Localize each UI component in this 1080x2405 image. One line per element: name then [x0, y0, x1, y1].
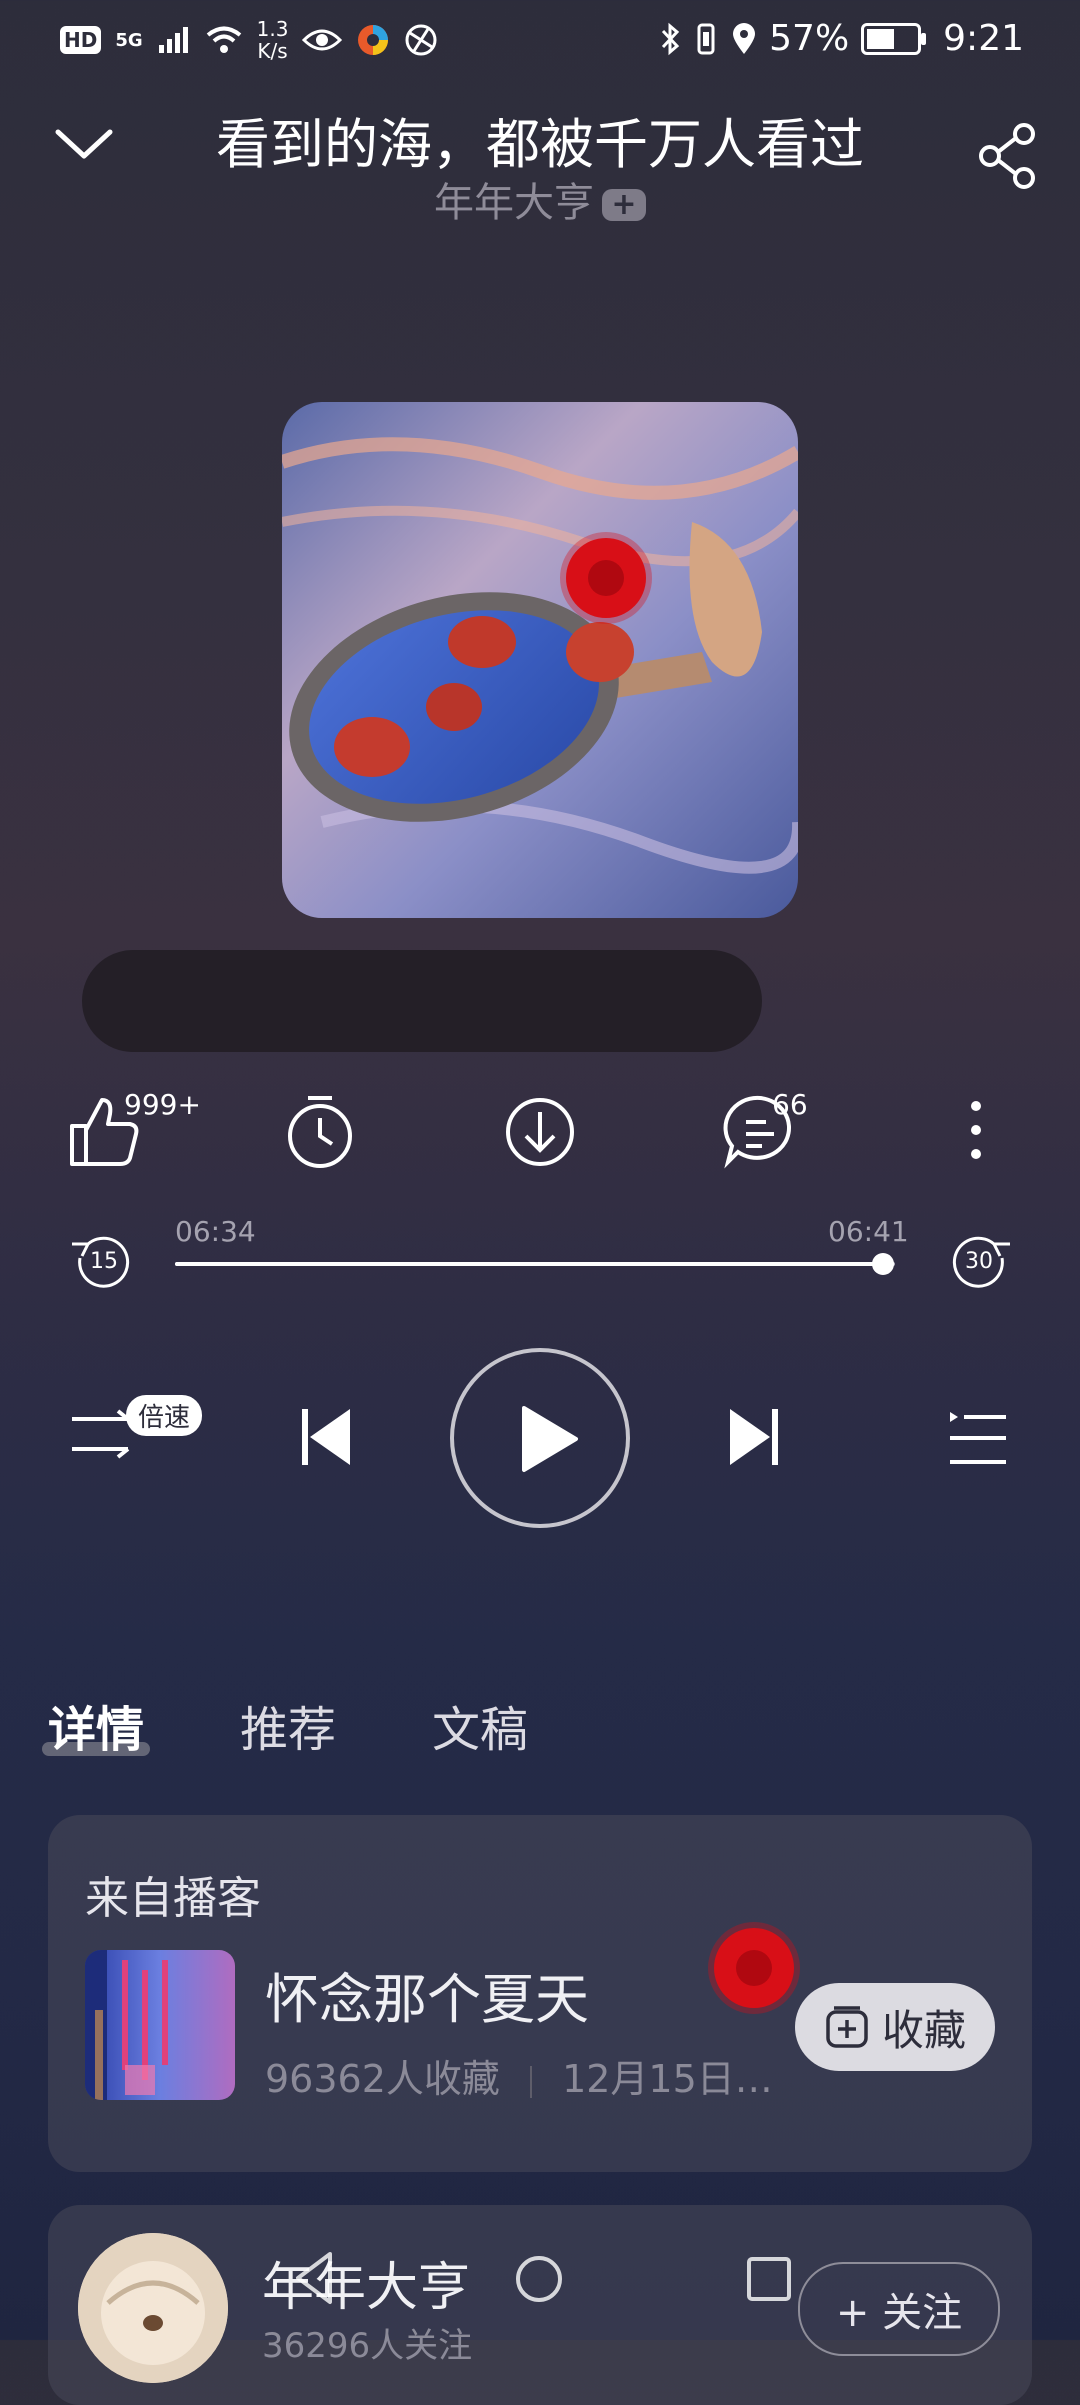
meta-divider — [529, 2065, 532, 2098]
collect-label: 收藏 — [881, 2005, 966, 2055]
progress-knob[interactable] — [871, 1253, 894, 1275]
author-name-header[interactable]: 年年大亨 — [434, 180, 594, 226]
podcast-thumbnail-image — [85, 1950, 235, 2100]
comment-count: 66 — [772, 1088, 808, 1121]
forward-seconds: 30 — [965, 1249, 993, 1274]
podcast-date: 12月15日… — [562, 2057, 773, 2101]
browser-icon — [405, 24, 437, 56]
total-time: 06:41 — [828, 1215, 909, 1248]
nav-back-icon[interactable] — [290, 2248, 338, 2308]
battery-fill — [867, 28, 895, 49]
forward-button[interactable]: 30 — [946, 1232, 1016, 1292]
tab-transcript[interactable]: 文稿 — [432, 1690, 528, 1760]
vibrate-icon — [697, 23, 715, 54]
network-type: 5G — [115, 29, 143, 51]
app-notification-icon — [358, 25, 389, 55]
play-button[interactable] — [450, 1348, 630, 1528]
wifi-icon — [206, 26, 241, 53]
speed-button[interactable]: 倍速 — [68, 1395, 218, 1475]
current-time: 06:34 — [175, 1215, 256, 1248]
like-count: 999+ — [124, 1088, 201, 1121]
author-line: 年年大亨 + — [0, 170, 1080, 228]
rewind-button[interactable]: 15 — [66, 1232, 136, 1292]
author-followers: 36296人关注 — [262, 2326, 473, 2366]
nav-home-icon[interactable] — [512, 2252, 566, 2306]
playlist-icon[interactable] — [946, 1408, 1010, 1470]
follow-button[interactable]: + 关注 — [798, 2262, 1000, 2356]
podcast-meta: 96362人收藏 12月15日… — [265, 2048, 773, 2103]
rewind-seconds: 15 — [90, 1249, 118, 1274]
share-icon[interactable] — [976, 122, 1040, 190]
next-icon[interactable] — [724, 1405, 784, 1469]
progress-fill — [175, 1262, 883, 1266]
podcast-section-title: 来自播客 — [85, 1873, 261, 1924]
cover-image — [282, 402, 798, 918]
collect-button[interactable]: 收藏 — [795, 1983, 995, 2071]
floating-red-dot — [566, 538, 646, 618]
author-avatar-image — [78, 2233, 228, 2383]
podcast-collect-count: 96362人收藏 — [265, 2057, 500, 2101]
previous-icon[interactable] — [296, 1405, 356, 1469]
floating-red-dot-2 — [714, 1928, 794, 2008]
author-avatar[interactable] — [78, 2233, 228, 2383]
speed-badge: 倍速 — [126, 1395, 203, 1436]
battery-percent: 57% — [769, 18, 850, 59]
collapse-chevron-icon[interactable] — [52, 112, 116, 176]
status-right: 57% 9:21 — [659, 18, 1024, 59]
tab-details[interactable]: 详情 — [48, 1690, 144, 1760]
signal-icon — [158, 27, 188, 53]
location-icon — [733, 22, 756, 54]
net-speed-value: 1.3 — [256, 17, 289, 41]
cover-art — [282, 402, 798, 918]
net-speed-unit: K/s — [257, 39, 288, 63]
collect-icon — [826, 2006, 868, 2048]
timer-icon[interactable] — [282, 1090, 358, 1170]
podcast-thumbnail[interactable] — [85, 1950, 235, 2100]
play-icon — [522, 1406, 578, 1472]
clock: 9:21 — [943, 18, 1024, 59]
bluetooth-icon — [662, 22, 680, 55]
follow-plus-badge[interactable]: + — [602, 189, 646, 221]
lyric-bar[interactable] — [82, 950, 762, 1052]
tab-recommend[interactable]: 推荐 — [240, 1690, 336, 1760]
status-bar: HD 5G 1.3 K/s 57% 9:21 — [0, 0, 1080, 80]
nav-recents-icon[interactable] — [744, 2254, 794, 2304]
episode-title: 看到的海，都被千万人看过 — [216, 113, 864, 176]
battery-icon — [861, 22, 927, 55]
download-icon[interactable] — [502, 1090, 578, 1170]
status-left: HD 5G 1.3 K/s — [60, 18, 438, 62]
progress-track[interactable] — [175, 1262, 895, 1266]
podcast-name[interactable]: 怀念那个夏天 — [265, 1955, 589, 2034]
net-speed: 1.3 K/s — [257, 18, 289, 62]
hd-badge: HD — [60, 26, 102, 54]
more-icon[interactable] — [956, 1090, 996, 1170]
eye-icon — [302, 29, 343, 51]
